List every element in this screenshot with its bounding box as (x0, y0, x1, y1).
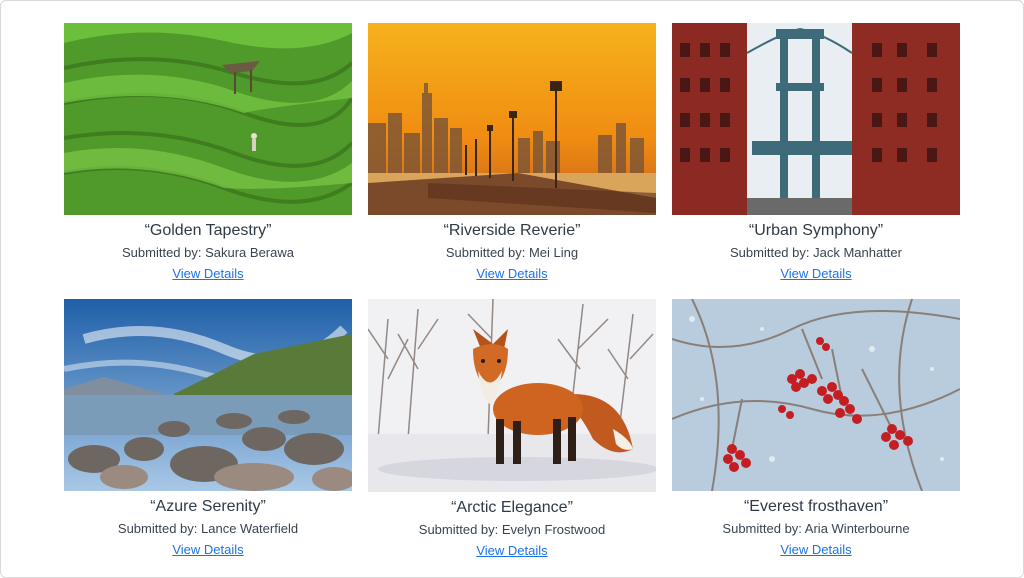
view-details-link[interactable]: View Details (476, 265, 547, 283)
photo-title: “Riverside Reverie” (443, 222, 581, 239)
submitted-by: Submitted by: Lance Waterfield (117, 521, 299, 536)
view-details-link[interactable]: View Details (780, 265, 851, 283)
submitted-by: Submitted by: Mei Ling (445, 245, 579, 260)
red-fox-snow-photo[interactable] (368, 299, 656, 492)
rice-terraces-photo[interactable] (64, 23, 352, 215)
view-details-link[interactable]: View Details (172, 265, 243, 283)
gallery-card: “Urban Symphony” Submitted by: Jack Manh… (672, 23, 960, 299)
gallery-window: “Golden Tapestry” Submitted by: Sakura B… (0, 0, 1024, 578)
photo-title: “Azure Serenity” (150, 498, 266, 515)
gallery-card: “Azure Serenity” Submitted by: Lance Wat… (64, 299, 352, 560)
submitted-by: Submitted by: Evelyn Frostwood (418, 522, 606, 537)
rocky-coast-photo[interactable] (64, 299, 352, 491)
submitted-by: Submitted by: Aria Winterbourne (722, 521, 910, 536)
gallery-card: “Golden Tapestry” Submitted by: Sakura B… (64, 23, 352, 299)
submitted-by: Submitted by: Jack Manhatter (730, 245, 902, 260)
view-details-link[interactable]: View Details (172, 541, 243, 559)
view-details-link[interactable]: View Details (476, 542, 547, 560)
photo-title: “Arctic Elegance” (451, 499, 573, 516)
gallery-card: “Arctic Elegance” Submitted by: Evelyn F… (368, 299, 656, 560)
frosted-berries-photo[interactable] (672, 299, 960, 491)
gallery-card: “Everest frosthaven” Submitted by: Aria … (672, 299, 960, 560)
photo-title: “Everest frosthaven” (743, 498, 889, 515)
photo-gallery-grid: “Golden Tapestry” Submitted by: Sakura B… (64, 23, 961, 560)
view-details-link[interactable]: View Details (780, 541, 851, 559)
submitted-by: Submitted by: Sakura Berawa (122, 245, 294, 260)
photo-title: “Urban Symphony” (748, 222, 884, 239)
gallery-card: “Riverside Reverie” Submitted by: Mei Li… (368, 23, 656, 299)
bridge-street-photo[interactable] (672, 23, 960, 215)
riverside-sunset-photo[interactable] (368, 23, 656, 215)
photo-title: “Golden Tapestry” (144, 222, 272, 239)
